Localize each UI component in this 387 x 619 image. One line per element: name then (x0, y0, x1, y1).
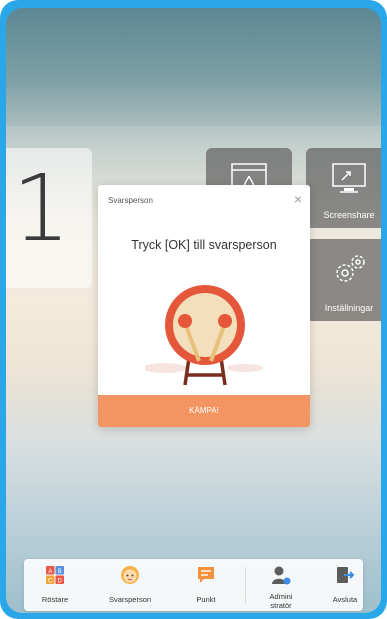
svg-text:A: A (48, 569, 52, 575)
dock-label: Avsluta (332, 595, 358, 604)
responder-dialog: Svarsperson × Tryck [OK] till svarsperso… (98, 185, 310, 427)
tile-settings-label: Inställningar (324, 303, 374, 313)
exit-icon (337, 567, 355, 583)
gears-icon (336, 255, 365, 282)
dock-label: Punkt (196, 595, 216, 604)
tile-screenshare[interactable]: Screenshare (306, 148, 381, 228)
device-frame: 1 Screenshare Inställningar Svarsperson … (0, 0, 387, 619)
tile-settings[interactable]: Inställningar (306, 239, 381, 321)
face-icon (121, 566, 139, 584)
drum-icon (145, 285, 263, 386)
dock-item-administrator[interactable]: Admini stratör (252, 559, 310, 611)
abcd-grid-icon: A B C D (46, 566, 64, 585)
dock-label: Admini stratör (269, 592, 293, 610)
dialog-prompt: Tryck [OK] till svarsperson (131, 238, 277, 252)
svg-text:D: D (58, 579, 63, 585)
dock-label: Svarsperson (108, 595, 152, 604)
svg-text:C: C (48, 579, 53, 585)
dock-item-avsluta[interactable]: Avsluta (316, 559, 374, 611)
close-icon[interactable]: × (294, 191, 302, 207)
dock-item-punkt[interactable]: Punkt (177, 559, 235, 611)
bottom-dock: A B C D Röstare Svarsperson Punkt Admini… (24, 559, 363, 611)
tile-screenshare-label: Screenshare (323, 210, 375, 220)
fight-button[interactable]: KÄMPA! (98, 395, 310, 427)
screenshare-icon (332, 163, 366, 193)
admin-user-icon (272, 566, 291, 585)
comment-icon (198, 567, 214, 583)
screen: 1 Screenshare Inställningar Svarsperson … (6, 8, 381, 613)
dock-item-svarsperson[interactable]: Svarsperson (101, 559, 159, 611)
svg-text:B: B (58, 569, 62, 575)
dock-item-rostare[interactable]: A B C D Röstare (26, 559, 84, 611)
big-number: 1 (12, 155, 71, 262)
dialog-title: Svarsperson (108, 196, 153, 205)
dock-label: Röstare (41, 595, 69, 604)
